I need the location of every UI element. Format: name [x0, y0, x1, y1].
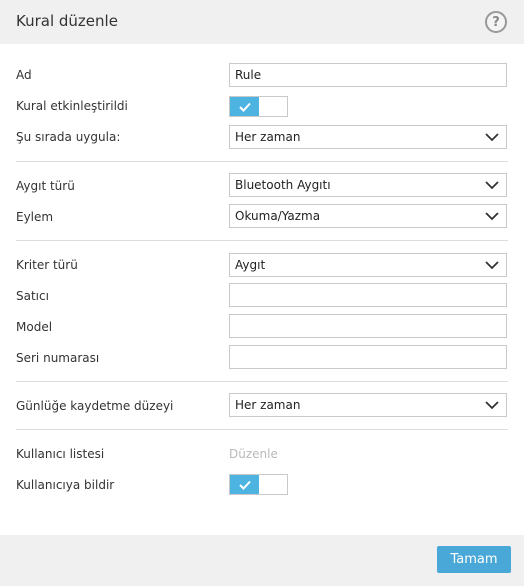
vendor-field[interactable] [229, 283, 507, 307]
apply-when-value: Her zaman [235, 130, 301, 144]
chevron-down-icon [485, 181, 499, 190]
log-level-label: Günlüğe kaydetme düzeyi [16, 399, 174, 413]
user-list-label: Kullanıcı listesi [16, 447, 105, 461]
help-button[interactable]: ? [485, 11, 507, 33]
question-circle-icon: ? [492, 14, 500, 30]
criteria-type-value: Aygıt [235, 258, 266, 272]
chevron-down-icon [485, 133, 499, 142]
action-select[interactable]: Okuma/Yazma [229, 204, 507, 228]
section-divider [16, 429, 508, 430]
rule-enabled-toggle[interactable] [229, 96, 288, 117]
section-divider [16, 240, 508, 241]
toggle-on-segment [230, 475, 259, 494]
apply-when-label: Şu sırada uygula: [16, 130, 121, 144]
ok-button[interactable]: Tamam [437, 546, 511, 573]
check-icon [238, 480, 251, 490]
vendor-label: Satıcı [16, 289, 49, 303]
serial-number-label: Seri numarası [16, 351, 100, 365]
name-field[interactable]: Rule [229, 63, 507, 87]
check-icon [238, 102, 251, 112]
action-label: Eylem [16, 210, 54, 224]
model-label: Model [16, 320, 53, 334]
name-label: Ad [16, 68, 32, 82]
notify-user-label: Kullanıcıya bildir [16, 478, 115, 492]
serial-number-field[interactable] [229, 345, 507, 369]
device-type-label: Aygıt türü [16, 179, 75, 193]
user-list-edit-link[interactable]: Düzenle [229, 447, 278, 461]
log-level-value: Her zaman [235, 398, 301, 412]
section-divider [16, 161, 508, 162]
model-field[interactable] [229, 314, 507, 338]
log-level-select[interactable]: Her zaman [229, 393, 507, 417]
notify-user-toggle[interactable] [229, 474, 288, 495]
dialog-title: Kural düzenle [16, 12, 118, 30]
criteria-type-label: Kriter türü [16, 258, 78, 272]
criteria-type-select[interactable]: Aygıt [229, 253, 507, 277]
rule-enabled-label: Kural etkinleştirildi [16, 99, 128, 113]
toggle-on-segment [230, 97, 259, 116]
device-type-select[interactable]: Bluetooth Aygıtı [229, 173, 507, 197]
chevron-down-icon [485, 212, 499, 221]
action-value: Okuma/Yazma [235, 209, 321, 223]
device-type-value: Bluetooth Aygıtı [235, 178, 331, 192]
section-divider [16, 381, 508, 382]
apply-when-select[interactable]: Her zaman [229, 125, 507, 149]
chevron-down-icon [485, 261, 499, 270]
chevron-down-icon [485, 401, 499, 410]
